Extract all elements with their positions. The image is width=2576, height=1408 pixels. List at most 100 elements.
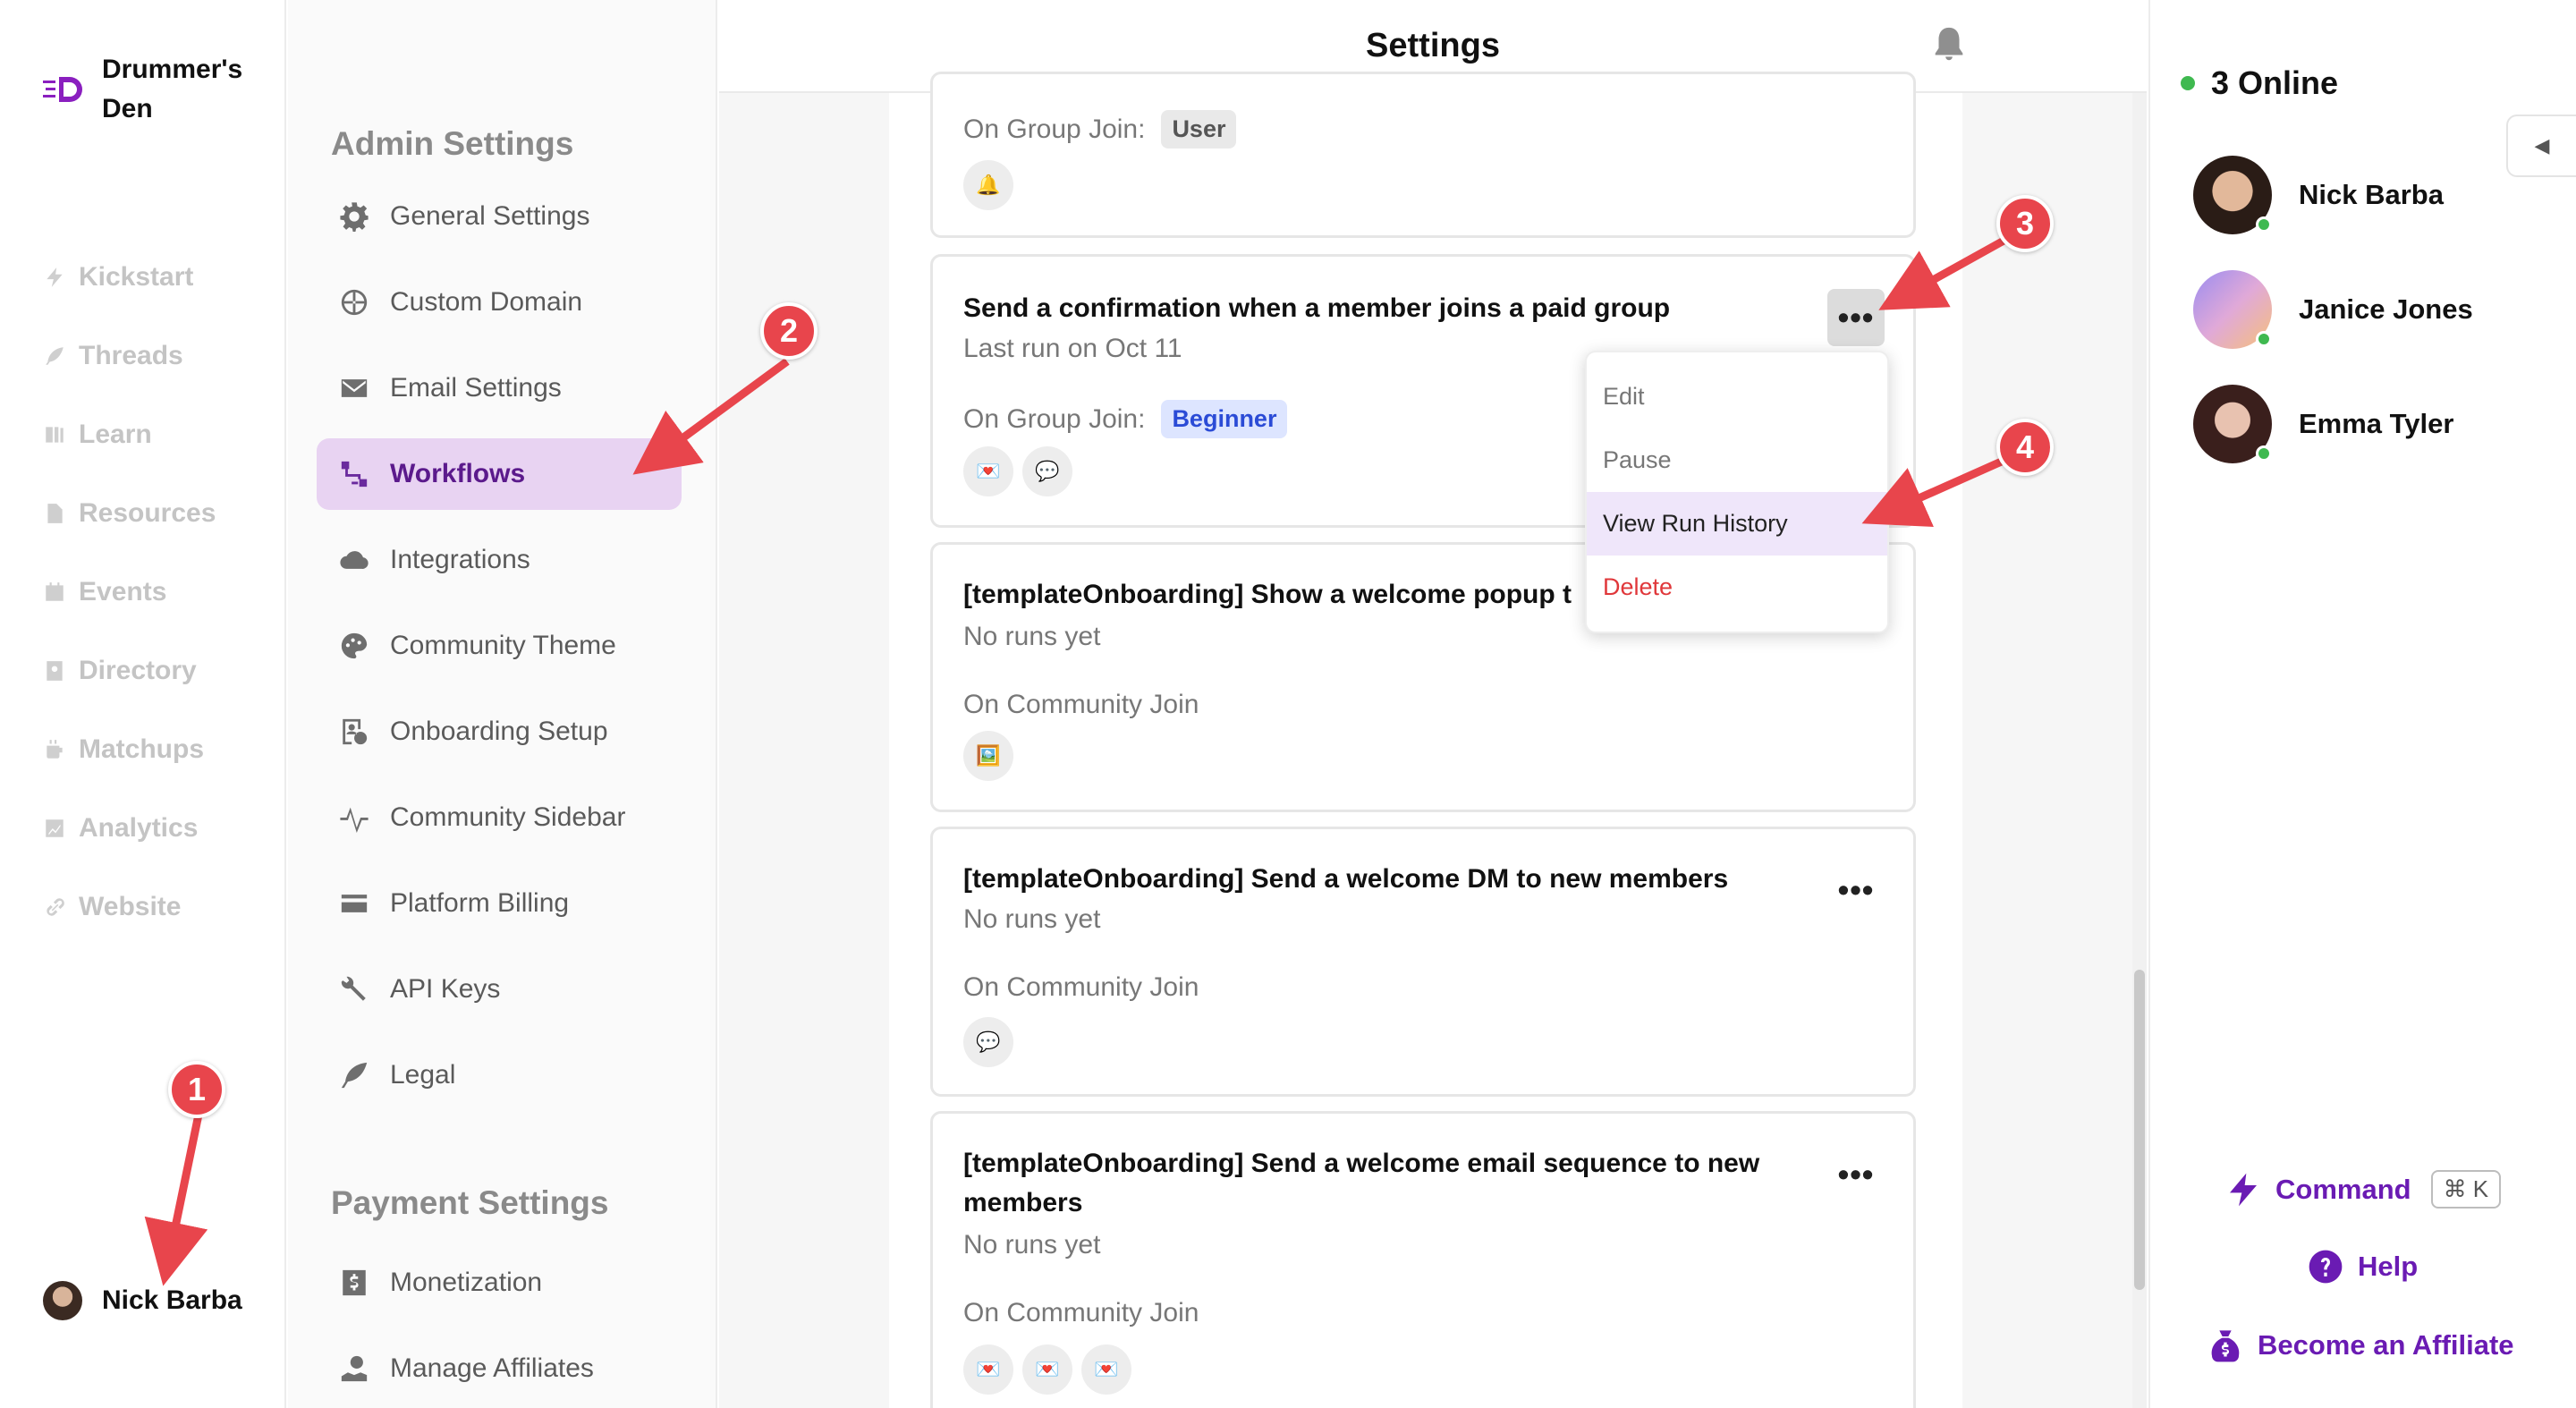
command-button[interactable]: Command ⌘ K [2225, 1170, 2502, 1209]
action-icons: 💌 💬 [963, 446, 1072, 496]
brand-name: Drummer's Den [102, 55, 243, 123]
message-action-icon: 💬 [1022, 446, 1072, 496]
link-icon [43, 895, 66, 919]
settings-item-label: Workflows [390, 459, 526, 488]
palette-icon [338, 630, 370, 662]
member-item[interactable]: Janice Jones [2193, 270, 2473, 349]
workflow-icon [338, 458, 370, 490]
menu-item-edit[interactable]: Edit [1587, 365, 1887, 428]
more-options-button[interactable]: ••• [1827, 289, 1885, 346]
onboarding-icon [338, 716, 370, 748]
payment-settings-title: Payment Settings [331, 1184, 609, 1221]
settings-item-workflows[interactable]: Workflows [317, 438, 682, 510]
bolt-icon [43, 266, 66, 289]
nav-item-label: Events [79, 577, 167, 606]
workflow-last-run: No runs yet [963, 904, 1101, 934]
menu-item-delete[interactable]: Delete [1587, 556, 1887, 619]
settings-item-onboarding[interactable]: Onboarding Setup [317, 696, 682, 768]
current-user[interactable]: Nick Barba [43, 1281, 242, 1320]
member-item[interactable]: Emma Tyler [2193, 385, 2453, 463]
member-name: Emma Tyler [2299, 408, 2454, 439]
menu-item-pause[interactable]: Pause [1587, 428, 1887, 492]
nav-item-threads[interactable]: Threads [43, 317, 216, 395]
workflow-last-run: Last run on Oct 11 [963, 334, 1182, 363]
nav-item-analytics[interactable]: Analytics [43, 789, 216, 868]
settings-item-custom-domain[interactable]: Custom Domain [317, 267, 682, 338]
workflow-card[interactable]: [templateOnboarding] Send a welcome DM t… [930, 827, 1916, 1097]
nav-item-matchups[interactable]: Matchups [43, 710, 216, 789]
brand[interactable]: Drummer's Den [43, 50, 272, 129]
nav-item-label: Learn [79, 420, 152, 449]
more-options-button[interactable]: ••• [1827, 861, 1885, 919]
mug-icon [43, 738, 66, 761]
annotation-badge-2: 2 [760, 302, 818, 360]
help-label: Help [2358, 1251, 2419, 1282]
online-status-dot [2256, 445, 2272, 462]
become-affiliate-button[interactable]: Become an Affiliate [2207, 1327, 2514, 1363]
group-tag: User [1161, 110, 1237, 148]
bell-icon[interactable] [1928, 23, 1970, 66]
member-item[interactable]: Nick Barba [2193, 156, 2444, 234]
settings-item-community-sidebar[interactable]: Community Sidebar [317, 782, 682, 853]
chart-icon [43, 817, 66, 840]
nav-item-website[interactable]: Website [43, 868, 216, 946]
bolt-icon [2225, 1172, 2261, 1208]
annotation-badge-3: 3 [1996, 195, 2054, 252]
nav-item-events[interactable]: Events [43, 553, 216, 632]
money-bag-icon [2207, 1327, 2243, 1363]
nav-item-directory[interactable]: Directory [43, 632, 216, 710]
nav-item-learn[interactable]: Learn [43, 395, 216, 474]
workflow-card[interactable]: On Group Join: User 🔔 [930, 72, 1916, 238]
online-status-dot [2256, 216, 2272, 233]
online-label: 3 Online [2211, 64, 2339, 101]
envelope-icon [338, 372, 370, 404]
help-button[interactable]: Help [2308, 1249, 2418, 1285]
settings-item-legal[interactable]: Legal [317, 1039, 682, 1111]
brand-logo-icon [43, 77, 82, 102]
nav-item-label: Directory [79, 656, 197, 685]
online-panel: 3 Online Nick Barba Janice Jones Emma Ty… [2148, 0, 2576, 1408]
settings-item-label: Onboarding Setup [390, 717, 608, 746]
annotation-badge-4: 4 [1996, 419, 2054, 476]
online-count: 3 Online [2181, 64, 2338, 102]
action-icons: 💬 [963, 1017, 1013, 1067]
workflow-trigger: On Community Join [963, 972, 1199, 1003]
email-action-icon: 💌 [1022, 1344, 1072, 1395]
member-name: Janice Jones [2299, 293, 2473, 325]
settings-item-integrations[interactable]: Integrations [317, 524, 682, 596]
member-name: Nick Barba [2299, 179, 2444, 210]
settings-item-manage-affiliates[interactable]: Manage Affiliates [317, 1333, 682, 1404]
action-icons: 🖼️ [963, 731, 1013, 781]
trigger-label: On Group Join: [963, 403, 1146, 434]
menu-item-view-run-history[interactable]: View Run History [1587, 492, 1887, 556]
settings-item-community-theme[interactable]: Community Theme [317, 610, 682, 682]
collapse-panel-button[interactable]: ◀ [2506, 115, 2576, 177]
workflow-card[interactable]: [templateOnboarding] Send a welcome emai… [930, 1111, 1916, 1408]
online-status-dot [2256, 331, 2272, 347]
nav-item-label: Analytics [79, 813, 199, 843]
workflow-trigger: On Group Join: User [963, 110, 1237, 148]
workflow-trigger: On Community Join [963, 1298, 1199, 1328]
gear-icon [338, 200, 370, 233]
book-icon [43, 423, 66, 446]
scrollbar-thumb[interactable] [2134, 970, 2145, 1290]
settings-item-label: Platform Billing [390, 888, 570, 918]
more-options-button[interactable]: ••• [1827, 1146, 1885, 1203]
caret-left-icon: ◀ [2534, 134, 2550, 157]
settings-item-platform-billing[interactable]: Platform Billing [317, 868, 682, 939]
avatar [2193, 385, 2272, 463]
calendar-icon [43, 581, 66, 604]
settings-item-general[interactable]: General Settings [317, 181, 682, 252]
workflow-last-run: No runs yet [963, 1230, 1101, 1260]
question-circle-icon [2308, 1249, 2343, 1285]
settings-item-label: Email Settings [390, 373, 562, 403]
nav-item-kickstart[interactable]: Kickstart [43, 238, 216, 317]
settings-item-monetization[interactable]: Monetization [317, 1247, 682, 1319]
settings-item-api-keys[interactable]: API Keys [317, 954, 682, 1025]
notification-action-icon: 🔔 [963, 160, 1013, 210]
quill-icon [338, 1059, 370, 1091]
settings-item-label: Community Theme [390, 631, 616, 660]
settings-item-email[interactable]: Email Settings [317, 352, 682, 424]
workflow-title: Send a confirmation when a member joins … [963, 293, 1671, 323]
nav-item-resources[interactable]: Resources [43, 474, 216, 553]
